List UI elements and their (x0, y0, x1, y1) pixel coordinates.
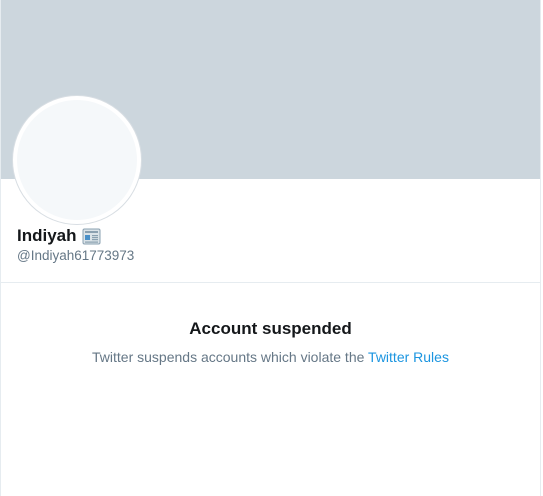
profile-handle: @Indiyah61773973 (17, 248, 135, 263)
profile-display-name: Indiyah (17, 226, 77, 245)
profile-avatar[interactable] (13, 96, 141, 224)
account-suspended-message: Twitter suspends accounts which violate … (1, 347, 540, 367)
newspaper-icon (82, 227, 101, 246)
profile-name-row: Indiyah (17, 225, 101, 247)
section-divider (1, 282, 540, 283)
twitter-rules-link[interactable]: Twitter Rules (368, 349, 449, 365)
account-suspended-title: Account suspended (189, 319, 352, 338)
suspension-message-text: Twitter suspends accounts which violate … (92, 349, 365, 365)
profile-page: Indiyah @Indiyah61773973 Account suspend… (0, 0, 541, 496)
